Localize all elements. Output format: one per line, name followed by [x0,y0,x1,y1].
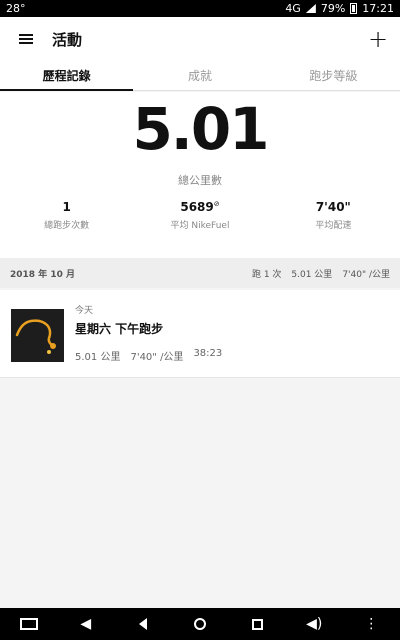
run-duration: 38:23 [193,348,223,359]
clock: 17:21 [362,2,394,15]
signal-icon [305,4,316,13]
stat-value: 7'40" [315,200,351,214]
battery-percent: 79% [320,2,346,15]
empty-list-area [0,379,400,608]
network-type: 4G [285,2,301,15]
stat-label: 平均配速 [315,221,352,231]
summary-panel: 5.01 總公里數 1 總跑步次數 5689⊘ 平均 NikeFuel 7'40… [0,92,400,258]
month-pace: 7'40" /公里 [342,269,390,280]
app-bar: 活動 + [0,17,400,61]
stat-value: 1 [62,200,71,214]
total-distance: 5.01 [132,95,269,163]
run-pace: 7'40" /公里 [130,352,184,363]
page-title: 活動 [52,30,83,49]
tab-run-level[interactable]: 跑步等級 [267,61,400,90]
stat-value: 5689 [180,200,214,214]
nikefuel-icon: ⊘ [213,200,220,208]
route-map-thumbnail [11,309,64,362]
screenshot-icon[interactable] [15,610,43,638]
stat-label: 平均 NikeFuel [170,221,230,231]
stat-avg-pace: 7'40" 平均配速 [267,200,400,231]
tab-achievements[interactable]: 成就 [133,61,266,90]
recent-apps-icon[interactable] [243,610,271,638]
home-icon[interactable] [186,610,214,638]
run-day: 今天 [75,306,94,316]
add-icon[interactable]: + [356,17,400,61]
system-nav-bar: ◀ ◀) ⋮ [0,608,400,640]
month-run-count: 跑 1 次 [251,269,282,280]
run-distance: 5.01 公里 [75,352,121,363]
status-bar: 28° 4G 79% 17:21 [0,0,400,17]
tab-history[interactable]: 歷程記錄 [0,61,134,91]
run-list-item[interactable]: 今天 星期六 下午跑步 5.01 公里 7'40" /公里 38:23 [0,290,400,378]
total-distance-label: 總公里數 [178,174,222,187]
temperature: 28° [6,2,26,15]
volume-up-icon[interactable]: ◀) [300,610,328,638]
tab-bar: 歷程記錄 成就 跑步等級 [0,61,400,91]
stat-label: 總跑步次數 [44,221,90,231]
run-details: 5.01 公里 7'40" /公里 38:23 [75,348,222,363]
month-header: 2018 年 10 月 跑 1 次 5.01 公里 7'40" /公里 [0,258,400,288]
run-title: 星期六 下午跑步 [75,322,164,336]
month-title: 2018 年 10 月 [10,269,75,280]
back-icon[interactable] [129,610,157,638]
battery-icon [350,3,358,14]
more-icon[interactable]: ⋮ [357,610,385,638]
stats-row: 1 總跑步次數 5689⊘ 平均 NikeFuel 7'40" 平均配速 [0,200,400,231]
volume-down-icon[interactable]: ◀ [72,610,100,638]
stat-nikefuel: 5689⊘ 平均 NikeFuel [133,200,266,231]
month-distance: 5.01 公里 [291,269,333,280]
stat-total-runs: 1 總跑步次數 [0,200,133,231]
menu-icon[interactable] [0,17,52,61]
